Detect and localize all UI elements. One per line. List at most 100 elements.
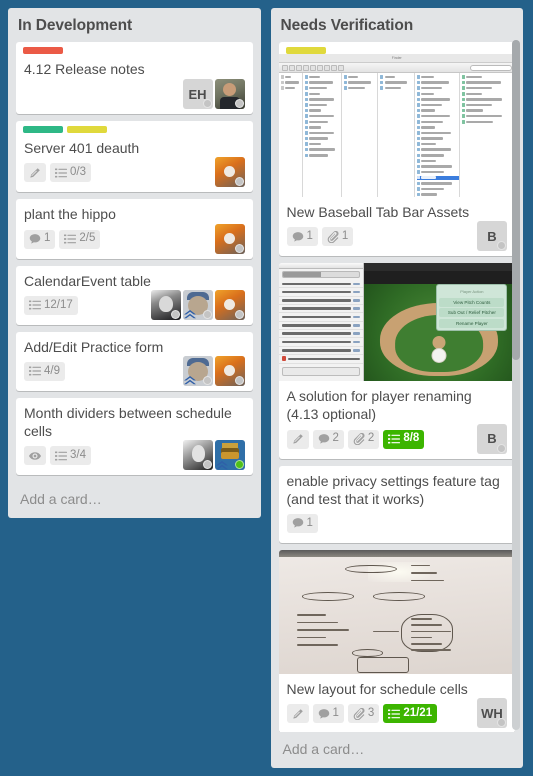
checklist-icon[interactable]: 4/9 bbox=[24, 361, 65, 381]
finder-row[interactable] bbox=[461, 80, 514, 85]
finder-row[interactable] bbox=[304, 103, 341, 107]
checklist-icon[interactable]: 21/21 bbox=[383, 704, 438, 724]
card[interactable]: Add/Edit Practice form 4/9 bbox=[16, 331, 253, 391]
segment-lineup[interactable] bbox=[282, 272, 321, 278]
lineup-row[interactable] bbox=[278, 280, 363, 289]
finder-row[interactable] bbox=[416, 80, 459, 85]
checklist-icon[interactable]: 8/8 bbox=[383, 429, 425, 449]
finder-row[interactable] bbox=[461, 120, 514, 124]
finder-row[interactable] bbox=[343, 75, 378, 79]
finder-row[interactable] bbox=[416, 75, 459, 79]
avatar[interactable] bbox=[214, 289, 245, 320]
finder-row[interactable] bbox=[416, 142, 459, 146]
description-icon[interactable] bbox=[24, 163, 46, 183]
finder-search-field[interactable] bbox=[470, 64, 512, 71]
menu-item[interactable]: Player Action bbox=[439, 287, 504, 296]
menu-item[interactable]: Sub Out / Relief Pitcher bbox=[439, 308, 505, 318]
checklist-icon[interactable]: 12/17 bbox=[24, 295, 78, 315]
label-yellow_soft[interactable] bbox=[285, 47, 326, 54]
attachment-icon[interactable]: 3 bbox=[347, 704, 380, 724]
card[interactable]: 4.12 Release notes EH bbox=[16, 42, 253, 115]
card[interactable]: enable privacy settings feature tag (and… bbox=[278, 465, 515, 543]
list-scrollbar-thumb[interactable] bbox=[512, 40, 520, 360]
finder-row[interactable] bbox=[280, 80, 302, 85]
avatar[interactable] bbox=[214, 157, 245, 188]
finder-row[interactable] bbox=[461, 114, 514, 118]
lineup-row[interactable] bbox=[278, 305, 363, 314]
card[interactable]: CalendarEvent table 12/17 bbox=[16, 265, 253, 325]
finder-row[interactable] bbox=[416, 187, 459, 191]
card-cover[interactable]: Player Action View Pitch Counts Sub Out / … bbox=[278, 263, 515, 382]
finder-row[interactable] bbox=[304, 108, 341, 113]
card[interactable]: Server 401 deauth 0/3 bbox=[16, 121, 253, 193]
finder-row[interactable] bbox=[280, 75, 302, 79]
finder-row[interactable] bbox=[343, 86, 378, 90]
card-cover[interactable]: Finder bbox=[278, 54, 515, 197]
description-icon[interactable] bbox=[286, 429, 309, 449]
avatar[interactable]: B bbox=[477, 423, 507, 454]
finder-row[interactable] bbox=[304, 97, 341, 102]
label-green_soft[interactable] bbox=[23, 126, 63, 134]
finder-row[interactable] bbox=[416, 170, 459, 174]
finder-column[interactable] bbox=[415, 73, 460, 197]
finder-row[interactable] bbox=[304, 75, 341, 79]
finder-row[interactable] bbox=[461, 86, 514, 90]
finder-row[interactable] bbox=[304, 120, 341, 124]
finder-row[interactable] bbox=[380, 80, 414, 85]
comment-icon[interactable]: 2 bbox=[312, 429, 344, 449]
label-red[interactable] bbox=[23, 47, 63, 54]
lineup-row[interactable] bbox=[278, 347, 363, 355]
card[interactable]: Finder New Baseball Tab Bar Assets 1 1 B bbox=[278, 42, 515, 257]
card[interactable]: plant the hippo 1 2/5 bbox=[16, 199, 253, 259]
checklist-icon[interactable]: 3/4 bbox=[50, 446, 91, 466]
card-cover[interactable] bbox=[278, 549, 515, 674]
checklist-icon[interactable]: 0/3 bbox=[50, 163, 91, 183]
finder-row[interactable] bbox=[416, 86, 459, 90]
finder-column[interactable] bbox=[342, 73, 379, 197]
comment-icon[interactable]: 1 bbox=[286, 227, 318, 247]
finder-row[interactable] bbox=[380, 75, 414, 79]
finder-row[interactable] bbox=[461, 97, 514, 102]
finder-row[interactable] bbox=[461, 108, 514, 113]
checklist-icon[interactable]: 2/5 bbox=[59, 229, 101, 249]
comment-icon[interactable]: 1 bbox=[312, 704, 344, 724]
avatar[interactable] bbox=[182, 289, 213, 320]
finder-row[interactable] bbox=[304, 147, 341, 152]
finder-column[interactable] bbox=[279, 73, 303, 197]
finder-row[interactable] bbox=[304, 114, 341, 118]
comment-icon[interactable]: 1 bbox=[24, 229, 56, 249]
finder-row[interactable] bbox=[280, 86, 302, 90]
card[interactable]: Month dividers between schedule cells 3/4 bbox=[16, 397, 253, 476]
list-scrollbar[interactable] bbox=[512, 40, 520, 730]
finder-row[interactable] bbox=[461, 75, 514, 79]
avatar[interactable] bbox=[182, 440, 213, 471]
list-header[interactable]: In Development bbox=[8, 8, 261, 42]
lineup-row[interactable] bbox=[278, 288, 363, 297]
finder-row[interactable] bbox=[416, 97, 459, 102]
finder-row[interactable] bbox=[416, 125, 459, 130]
segment-roster[interactable] bbox=[321, 272, 359, 277]
avatar[interactable] bbox=[214, 79, 245, 110]
list-header[interactable]: Needs Verification bbox=[271, 8, 524, 42]
add-from-bench-button[interactable] bbox=[281, 366, 360, 376]
lineup-row[interactable] bbox=[278, 313, 363, 322]
label-yellow_soft[interactable] bbox=[67, 126, 107, 134]
finder-row[interactable] bbox=[416, 153, 459, 158]
avatar[interactable]: EH bbox=[182, 79, 213, 110]
menu-item[interactable]: Rename Player bbox=[439, 318, 505, 328]
finder-row[interactable] bbox=[416, 181, 459, 186]
finder-row[interactable] bbox=[416, 131, 459, 135]
comment-icon[interactable]: 1 bbox=[286, 513, 318, 533]
card[interactable]: Player Action View Pitch Counts Sub Out / … bbox=[278, 263, 515, 459]
avatar[interactable]: WH bbox=[477, 698, 507, 729]
finder-row[interactable] bbox=[416, 136, 459, 141]
avatar[interactable] bbox=[214, 440, 245, 471]
avatar[interactable]: B bbox=[477, 221, 507, 252]
avatar[interactable] bbox=[214, 355, 245, 386]
finder-row[interactable] bbox=[416, 164, 459, 169]
menu-item[interactable]: View Pitch Counts bbox=[439, 297, 505, 307]
finder-row[interactable] bbox=[416, 114, 459, 118]
avatar[interactable] bbox=[182, 355, 213, 386]
watch-icon[interactable] bbox=[24, 446, 46, 466]
finder-row[interactable] bbox=[304, 131, 341, 135]
